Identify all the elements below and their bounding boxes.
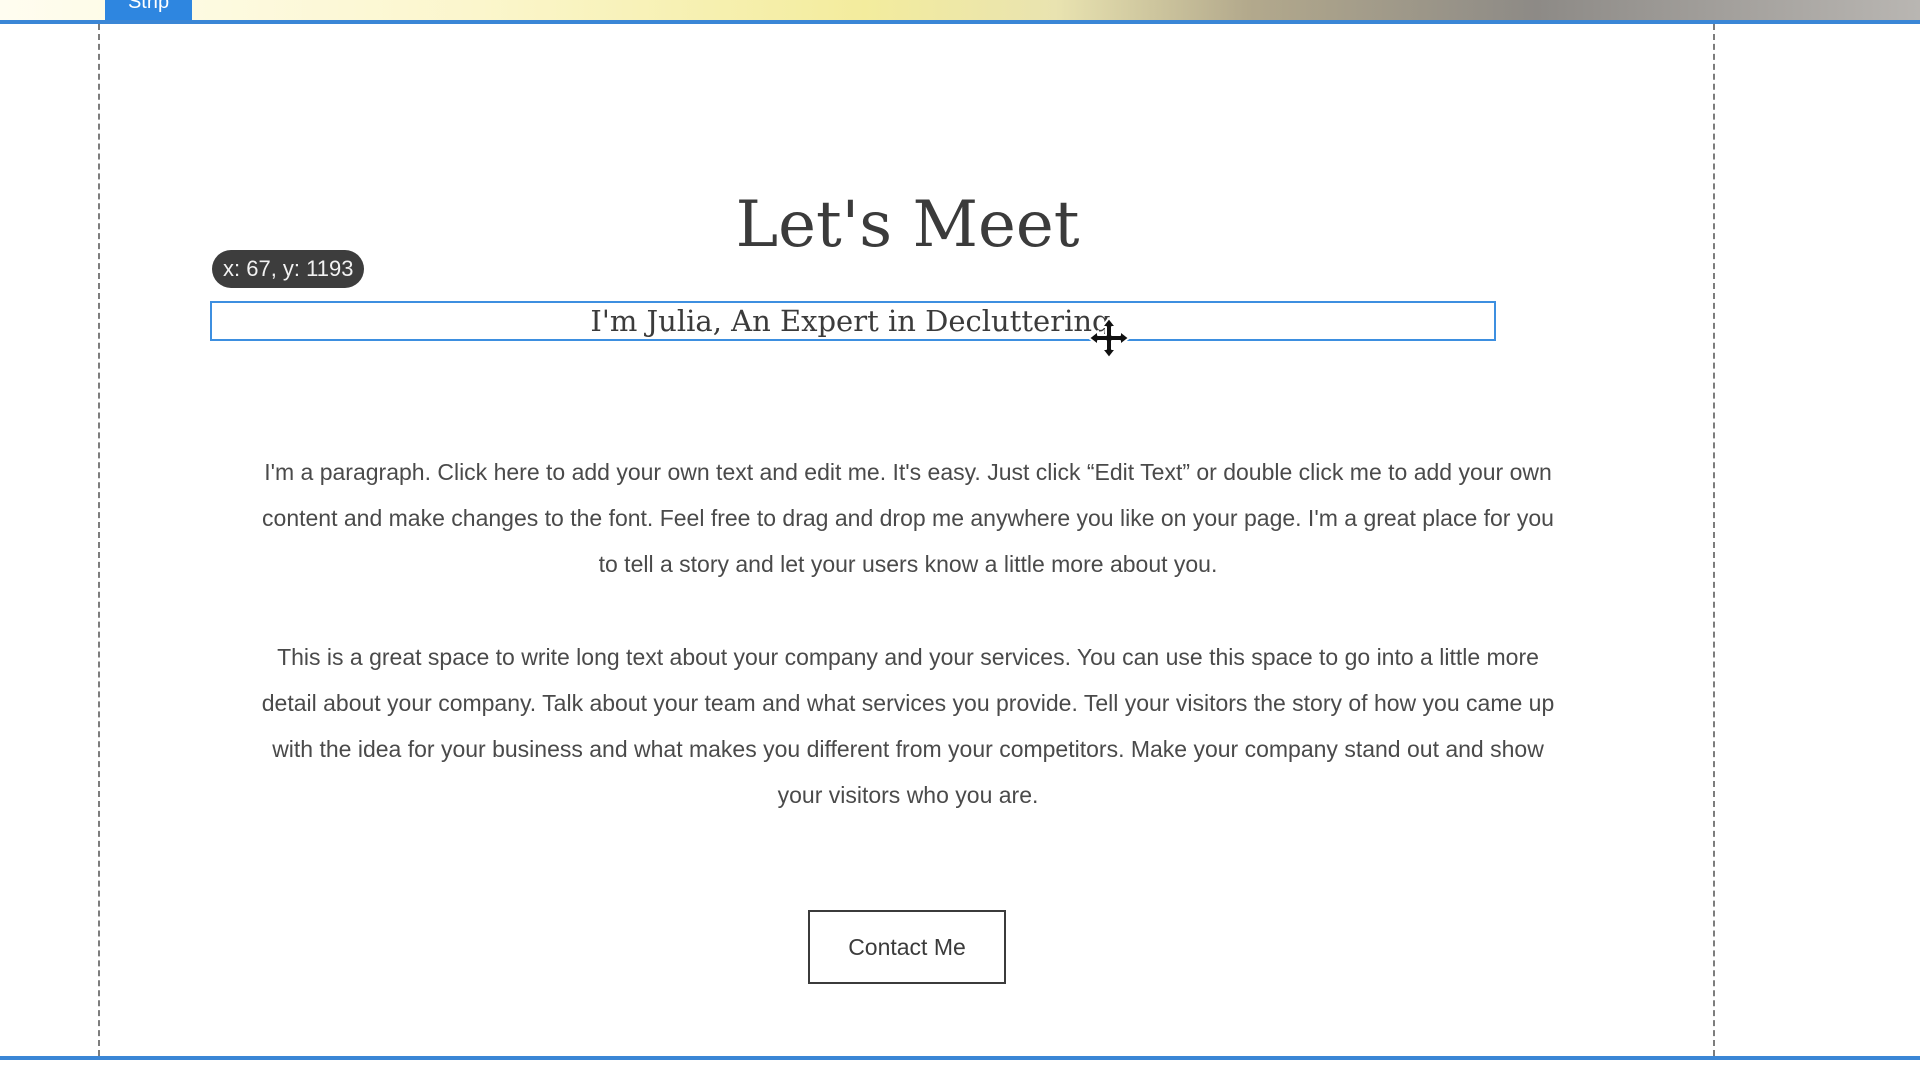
strip-tab-label: Strip bbox=[127, 0, 170, 13]
paragraph-1[interactable]: I'm a paragraph. Click here to add your … bbox=[258, 449, 1558, 587]
editor-canvas: Strip Let's Meet x: 67, y: 1193 I'm Juli… bbox=[0, 0, 1920, 1080]
strip-bottom-border bbox=[0, 1056, 1920, 1060]
right-gridline bbox=[1713, 24, 1715, 1056]
move-cursor-icon bbox=[1088, 317, 1130, 359]
contact-me-button[interactable]: Contact Me bbox=[808, 910, 1006, 984]
strip-background-image bbox=[0, 0, 1920, 20]
strip-top-border bbox=[0, 20, 1920, 24]
paragraph-2[interactable]: This is a great space to write long text… bbox=[258, 634, 1558, 818]
strip-tab[interactable]: Strip bbox=[105, 0, 192, 20]
section-subtitle[interactable]: I'm Julia, An Expert in Decluttering bbox=[210, 301, 1496, 341]
position-tooltip: x: 67, y: 1193 bbox=[212, 250, 365, 288]
left-gridline bbox=[98, 24, 100, 1056]
